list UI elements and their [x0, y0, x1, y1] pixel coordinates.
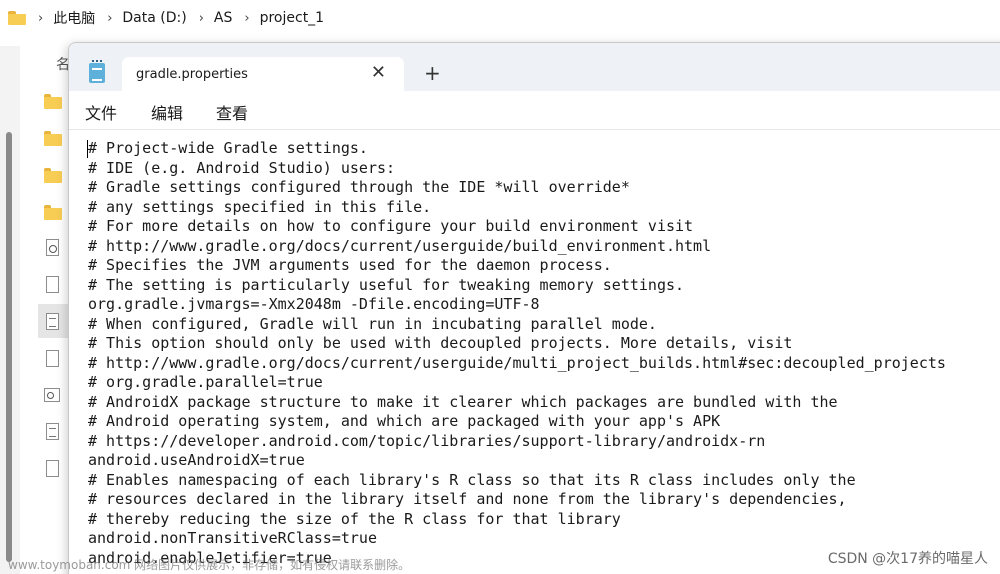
tab-gradle-properties[interactable]: gradle.properties ✕ [122, 57, 404, 93]
editor-line[interactable]: # any settings specified in this file. [88, 198, 946, 218]
editor-line[interactable]: # Android operating system, and which ar… [88, 412, 946, 432]
breadcrumb-item-project[interactable]: project_1 [260, 10, 325, 26]
editor-line[interactable]: # This option should only be used with d… [88, 334, 946, 354]
chevron-right-icon: › [107, 10, 113, 26]
editor-line[interactable]: # https://developer.android.com/topic/li… [88, 432, 946, 452]
file-icon[interactable] [46, 350, 59, 367]
text-file-icon[interactable] [46, 423, 59, 440]
text-file-icon[interactable] [46, 313, 59, 330]
image-file-icon[interactable] [44, 388, 60, 402]
menu-edit[interactable]: 编辑 [151, 100, 183, 124]
editor-line[interactable]: # http://www.gradle.org/docs/current/use… [88, 354, 946, 374]
breadcrumb-item-as[interactable]: AS [214, 10, 232, 26]
editor-line[interactable]: # Enables namespacing of each library's … [88, 471, 946, 491]
file-icon[interactable] [46, 276, 59, 293]
editor-line[interactable]: # Specifies the JVM arguments used for t… [88, 256, 946, 276]
editor-line[interactable]: # org.gradle.parallel=true [88, 373, 946, 393]
menu-file[interactable]: 文件 [85, 100, 117, 124]
editor-line[interactable]: # http://www.gradle.org/docs/current/use… [88, 237, 946, 257]
close-icon[interactable]: ✕ [371, 63, 386, 83]
scrollbar-thumb[interactable] [6, 132, 12, 562]
editor-line[interactable]: # Project-wide Gradle settings. [88, 139, 946, 159]
editor-line[interactable]: # The setting is particularly useful for… [88, 276, 946, 296]
notepad-window: gradle.properties ✕ + 文件 编辑 查看 # Project… [68, 42, 1000, 574]
editor-line[interactable]: android.useAndroidX=true [88, 451, 946, 471]
menu-bar: 文件 编辑 查看 [69, 91, 1000, 130]
file-icon[interactable] [46, 460, 59, 477]
menu-view[interactable]: 查看 [216, 100, 248, 124]
editor-line[interactable]: android.nonTransitiveRClass=true [88, 529, 946, 549]
editor-line[interactable]: # For more details on how to configure y… [88, 217, 946, 237]
text-editor[interactable]: # Project-wide Gradle settings. # IDE (e.… [69, 130, 1000, 574]
editor-line[interactable]: org.gradle.jvmargs=-Xmx2048m -Dfile.enco… [88, 295, 946, 315]
folder-icon[interactable] [44, 205, 62, 221]
watermark-right: CSDN @次17养的喵星人 [827, 551, 988, 567]
settings-file-icon[interactable] [46, 239, 59, 256]
title-bar[interactable]: gradle.properties ✕ + [69, 43, 1000, 93]
folder-icon[interactable] [44, 94, 62, 110]
editor-text[interactable]: # Project-wide Gradle settings. # IDE (e.… [88, 139, 946, 568]
folder-icon [8, 11, 26, 25]
chevron-right-icon: › [198, 10, 204, 26]
editor-line[interactable]: # When configured, Gradle will run in in… [88, 315, 946, 335]
tab-title: gradle.properties [136, 67, 248, 82]
editor-line[interactable]: # thereby reducing the size of the R cla… [88, 510, 946, 530]
explorer-breadcrumb: › 此电脑 › Data (D:) › AS › project_1 [0, 0, 1000, 36]
editor-line[interactable]: # AndroidX package structure to make it … [88, 393, 946, 413]
text-caret [87, 140, 88, 158]
editor-line[interactable]: # resources declared in the library itse… [88, 490, 946, 510]
watermark-left: www.toymoban.com 网络图片仅供展示，非存储，如有侵权请联系删除。 [8, 558, 411, 572]
chevron-right-icon: › [38, 10, 44, 26]
explorer-scrollbar[interactable] [0, 46, 20, 574]
editor-line[interactable]: # Gradle settings configured through the… [88, 178, 946, 198]
folder-icon[interactable] [44, 131, 62, 147]
plus-icon[interactable]: + [424, 63, 441, 83]
chevron-right-icon: › [244, 10, 250, 26]
notepad-app-icon [89, 60, 105, 83]
editor-line[interactable]: # IDE (e.g. Android Studio) users: [88, 159, 946, 179]
explorer-file-list: 名 [0, 36, 70, 574]
folder-icon[interactable] [44, 168, 62, 184]
screen: › 此电脑 › Data (D:) › AS › project_1 名 gra… [0, 0, 1000, 574]
breadcrumb-item-drive[interactable]: Data (D:) [122, 10, 186, 26]
breadcrumb-item-this-pc[interactable]: 此电脑 [53, 8, 95, 28]
